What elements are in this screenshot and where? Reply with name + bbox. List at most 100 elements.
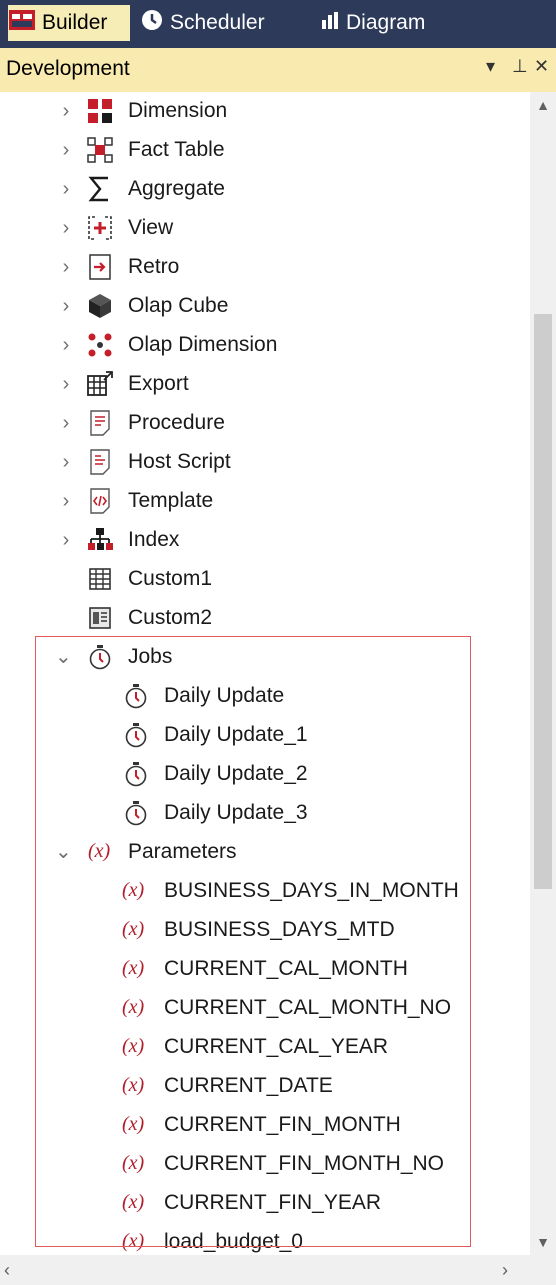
- parameter-icon: (x): [122, 1074, 145, 1096]
- parameter-item[interactable]: (x) CURRENT_FIN_MONTH: [0, 1106, 530, 1145]
- scroll-right-icon[interactable]: ›: [502, 1257, 526, 1283]
- tab-scheduler[interactable]: Scheduler: [140, 5, 290, 41]
- tree-item-label: View: [128, 216, 174, 239]
- expand-icon[interactable]: ›: [58, 138, 74, 162]
- job-label: Daily Update_3: [164, 801, 308, 824]
- tree-item-label: Jobs: [128, 645, 173, 668]
- job-label: Daily Update_2: [164, 762, 308, 785]
- tree-item-host-script[interactable]: › Host Script: [0, 443, 530, 482]
- tree-item-label: Olap Dimension: [128, 333, 278, 356]
- tree-item-label: Custom2: [128, 606, 213, 629]
- tree-item-jobs[interactable]: ⌄ Jobs: [0, 638, 530, 677]
- parameter-item[interactable]: (x) CURRENT_CAL_MONTH: [0, 950, 530, 989]
- parameter-icon: (x): [122, 879, 145, 901]
- dropdown-icon[interactable]: ▾: [486, 56, 495, 77]
- index-icon: [86, 527, 114, 553]
- form-icon: [86, 605, 114, 631]
- dimension-icon: [86, 98, 114, 124]
- parameter-item[interactable]: (x) CURRENT_CAL_YEAR: [0, 1028, 530, 1067]
- tree-item-fact-table[interactable]: › Fact Table: [0, 131, 530, 170]
- tree-item-label: Index: [128, 528, 180, 551]
- parameter-item[interactable]: (x) BUSINESS_DAYS_IN_MONTH: [0, 872, 530, 911]
- tree-item-export[interactable]: › Export: [0, 365, 530, 404]
- parameter-label: BUSINESS_DAYS_IN_MONTH: [164, 879, 459, 902]
- parameter-item[interactable]: (x) CURRENT_FIN_YEAR: [0, 1184, 530, 1223]
- expand-icon[interactable]: ›: [58, 372, 74, 396]
- parameter-icon: (x): [122, 1191, 145, 1213]
- parameter-label: CURRENT_FIN_MONTH_NO: [164, 1152, 445, 1175]
- scroll-left-icon[interactable]: ‹: [4, 1257, 28, 1283]
- job-item[interactable]: Daily Update_1: [0, 716, 530, 755]
- parameter-item[interactable]: (x) load_budget_0: [0, 1223, 530, 1255]
- expand-icon[interactable]: ›: [58, 450, 74, 474]
- tree-item-label: Export: [128, 372, 189, 395]
- scrollbar-thumb[interactable]: [534, 314, 552, 889]
- clock-icon: [140, 8, 164, 38]
- horizontal-scrollbar[interactable]: ‹ ›: [0, 1255, 556, 1285]
- tree-item-label: Olap Cube: [128, 294, 229, 317]
- panel-header: Development ▾ ⊥ ✕: [0, 48, 556, 93]
- tree-item-olap-cube[interactable]: › Olap Cube: [0, 287, 530, 326]
- aggregate-icon: [86, 176, 114, 202]
- collapse-icon[interactable]: ⌄: [55, 840, 72, 864]
- parameter-icon: (x): [122, 996, 145, 1018]
- parameter-item[interactable]: (x) CURRENT_FIN_MONTH_NO: [0, 1145, 530, 1184]
- stopwatch-icon: [122, 683, 150, 709]
- grid-icon: [86, 566, 114, 592]
- job-item[interactable]: Daily Update_3: [0, 794, 530, 833]
- tab-diagram[interactable]: Diagram: [320, 5, 460, 41]
- tree-item-olap-dimension[interactable]: › Olap Dimension: [0, 326, 530, 365]
- expand-icon[interactable]: ›: [58, 255, 74, 279]
- vertical-scrollbar[interactable]: ▲ ▼: [530, 92, 556, 1255]
- tree-item-custom1[interactable]: Custom1: [0, 560, 530, 599]
- pin-icon[interactable]: ⊥: [512, 56, 528, 77]
- tree-item-parameters[interactable]: ⌄ (x) Parameters: [0, 833, 530, 872]
- expand-icon[interactable]: ›: [58, 216, 74, 240]
- olap-cube-icon: [86, 293, 114, 319]
- tab-builder-label: Builder: [42, 11, 108, 34]
- view-icon: [86, 215, 114, 241]
- parameter-item[interactable]: (x) CURRENT_CAL_MONTH_NO: [0, 989, 530, 1028]
- parameter-label: CURRENT_FIN_YEAR: [164, 1191, 382, 1214]
- expand-icon[interactable]: ›: [58, 489, 74, 513]
- tree-item-procedure[interactable]: › Procedure: [0, 404, 530, 443]
- stopwatch-icon: [86, 644, 114, 670]
- tree-item-label: Dimension: [128, 99, 228, 122]
- expand-icon[interactable]: ›: [58, 333, 74, 357]
- parameter-icon: (x): [122, 957, 145, 979]
- parameter-label: BUSINESS_DAYS_MTD: [164, 918, 395, 941]
- scroll-down-icon[interactable]: ▼: [530, 1229, 556, 1255]
- expand-icon[interactable]: ›: [58, 528, 74, 552]
- expand-icon[interactable]: ›: [58, 411, 74, 435]
- tree-item-custom2[interactable]: Custom2: [0, 599, 530, 638]
- tree-item-template[interactable]: › Template: [0, 482, 530, 521]
- tree-item-retro[interactable]: › Retro: [0, 248, 530, 287]
- parameter-label: CURRENT_CAL_YEAR: [164, 1035, 389, 1058]
- expand-icon[interactable]: ›: [58, 177, 74, 201]
- expand-icon[interactable]: ›: [58, 294, 74, 318]
- parameter-icon: (x): [122, 918, 145, 940]
- stopwatch-icon: [122, 722, 150, 748]
- tree-item-view[interactable]: › View: [0, 209, 530, 248]
- job-item[interactable]: Daily Update: [0, 677, 530, 716]
- tree-item-dimension[interactable]: › Dimension: [0, 92, 530, 131]
- fact-table-icon: [86, 137, 114, 163]
- parameter-item[interactable]: (x) CURRENT_DATE: [0, 1067, 530, 1106]
- tree-item-aggregate[interactable]: › Aggregate: [0, 170, 530, 209]
- tab-builder[interactable]: Builder: [8, 5, 130, 41]
- tree-item-label: Custom1: [128, 567, 213, 590]
- tree-item-label: Fact Table: [128, 138, 225, 161]
- tree-item-index[interactable]: › Index: [0, 521, 530, 560]
- parameter-item[interactable]: (x) BUSINESS_DAYS_MTD: [0, 911, 530, 950]
- job-label: Daily Update_1: [164, 723, 308, 746]
- expand-icon[interactable]: ›: [58, 99, 74, 123]
- host-script-icon: [86, 449, 114, 475]
- scroll-up-icon[interactable]: ▲: [530, 92, 556, 118]
- job-item[interactable]: Daily Update_2: [0, 755, 530, 794]
- close-icon[interactable]: ✕: [534, 56, 549, 77]
- olap-dimension-icon: [86, 332, 114, 358]
- parameter-icon: (x): [88, 840, 111, 862]
- parameter-icon: (x): [122, 1230, 145, 1252]
- tab-bar: Builder Scheduler Diagram: [0, 0, 556, 48]
- collapse-icon[interactable]: ⌄: [55, 645, 72, 669]
